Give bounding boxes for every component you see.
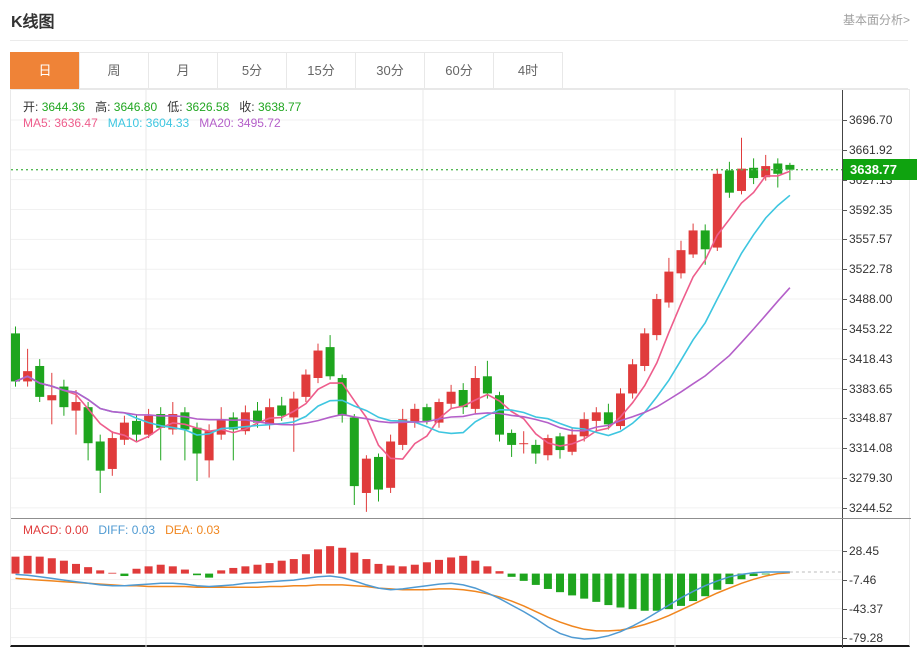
axis-tick — [842, 120, 847, 121]
diff-label: DIFF: — [98, 523, 128, 537]
axis-tick — [842, 580, 847, 581]
tab-周[interactable]: 周 — [79, 52, 149, 89]
axis-tick — [842, 638, 847, 639]
tab-60分[interactable]: 60分 — [424, 52, 494, 89]
tab-30分[interactable]: 30分 — [355, 52, 425, 89]
axis-tick — [842, 609, 847, 610]
macd-readout: MACD: 0.00 DIFF: 0.03 DEA: 0.03 — [23, 523, 220, 537]
open-label: 开: — [23, 100, 38, 114]
price-tick-label: 3244.52 — [849, 501, 892, 515]
axis-tick — [842, 299, 847, 300]
price-tick-label: 3557.57 — [849, 232, 892, 246]
price-tick-label: 3696.70 — [849, 113, 892, 127]
price-tick-label: 3418.43 — [849, 352, 892, 366]
low-value: 3626.58 — [186, 100, 229, 114]
open-value: 3644.36 — [42, 100, 85, 114]
macd-label: MACD: — [23, 523, 62, 537]
price-tick-label: 3592.35 — [849, 203, 892, 217]
fundamental-analysis-link[interactable]: 基本面分析> — [843, 11, 910, 28]
macd-tick-label: -43.37 — [849, 602, 883, 616]
macd-tick-label: -7.46 — [849, 573, 876, 587]
diff-value: 0.03 — [132, 523, 155, 537]
axis-tick — [842, 359, 847, 360]
dea-value: 0.03 — [196, 523, 219, 537]
macd-tick-label: 28.45 — [849, 544, 879, 558]
axis-tick — [842, 150, 847, 151]
page-title: K线图 — [11, 8, 55, 32]
panel-separator — [11, 518, 911, 519]
chart-container: 3696.703661.923627.133592.353557.573522.… — [10, 89, 910, 647]
tab-5分[interactable]: 5分 — [217, 52, 287, 89]
macd-value: 0.00 — [65, 523, 88, 537]
tab-月[interactable]: 月 — [148, 52, 218, 89]
price-tick-label: 3383.65 — [849, 382, 892, 396]
price-tick-label: 3488.00 — [849, 292, 892, 306]
ma20-label: MA20: — [199, 116, 234, 130]
ma-readout: MA5: 3636.47 MA10: 3604.33 MA20: 3495.72 — [23, 116, 281, 130]
axis-tick — [842, 478, 847, 479]
ohlc-readout: 开: 3644.36 高: 3646.80 低: 3626.58 收: 3638… — [23, 98, 301, 115]
close-label: 收: — [239, 100, 254, 114]
tab-日[interactable]: 日 — [10, 52, 80, 89]
candlestick-chart[interactable] — [11, 90, 911, 518]
ma5-value: 3636.47 — [54, 116, 97, 130]
ma10-label: MA10: — [108, 116, 143, 130]
current-price-badge: 3638.77 — [843, 159, 917, 180]
ma10-value: 3604.33 — [146, 116, 189, 130]
price-tick-label: 3453.22 — [849, 322, 892, 336]
axis-tick — [842, 239, 847, 240]
high-label: 高: — [95, 100, 110, 114]
axis-tick — [842, 508, 847, 509]
axis-tick — [842, 448, 847, 449]
axis-tick — [842, 389, 847, 390]
axis-tick — [842, 329, 847, 330]
axis-tick — [842, 269, 847, 270]
price-tick-label: 3522.78 — [849, 262, 892, 276]
low-label: 低: — [167, 100, 182, 114]
macd-chart[interactable] — [11, 518, 911, 648]
tab-15分[interactable]: 15分 — [286, 52, 356, 89]
price-tick-label: 3314.08 — [849, 441, 892, 455]
close-value: 3638.77 — [258, 100, 301, 114]
header-divider — [10, 40, 908, 41]
axis-tick — [842, 418, 847, 419]
price-tick-label: 3348.87 — [849, 411, 892, 425]
price-tick-label: 3661.92 — [849, 143, 892, 157]
tab-4时[interactable]: 4时 — [493, 52, 563, 89]
axis-tick — [842, 551, 847, 552]
ma20-value: 3495.72 — [237, 116, 280, 130]
dea-label: DEA: — [165, 523, 193, 537]
price-tick-label: 3279.30 — [849, 471, 892, 485]
ma5-label: MA5: — [23, 116, 51, 130]
axis-tick — [842, 210, 847, 211]
high-value: 3646.80 — [114, 100, 157, 114]
macd-tick-label: -79.28 — [849, 631, 883, 645]
interval-tabbar: 日周月5分15分30分60分4时 — [10, 52, 908, 89]
